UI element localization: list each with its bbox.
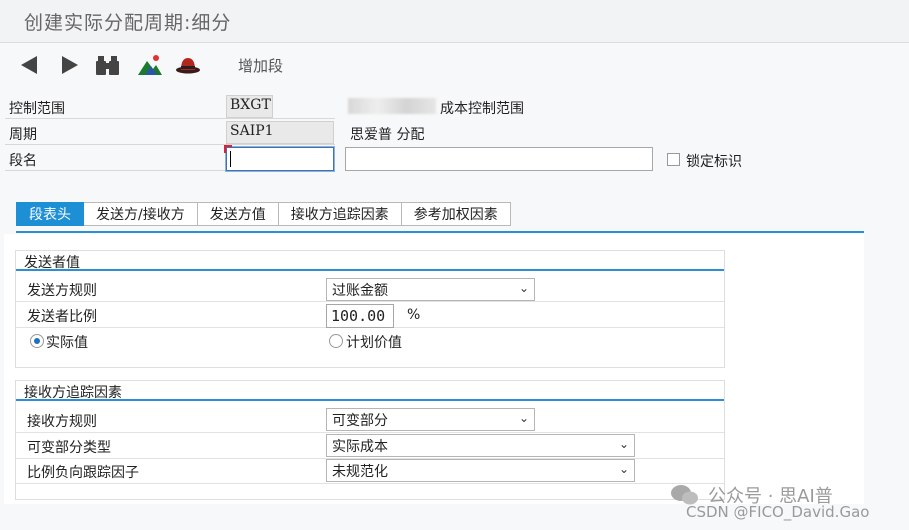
forward-icon[interactable] [56, 51, 82, 79]
actual-value-label: 实际值 [46, 335, 88, 351]
plan-value-radio[interactable] [329, 334, 343, 348]
tab-content-panel: 发送者值 发送方规则 过账金额 ⌄ 发送者比例 100.00 % 实际值 计划价… [4, 234, 864, 504]
sender-share-input[interactable]: 100.00 [326, 304, 394, 328]
cycle-value: SAIP1 [226, 121, 334, 144]
sender-rule-dropdown[interactable]: 过账金额 ⌄ [326, 278, 535, 301]
sender-share-label: 发送者比例 [27, 309, 97, 325]
cycle-description: 思爱普 分配 [350, 127, 425, 143]
percent-unit: % [407, 307, 421, 323]
sender-rule-value: 过账金额 [332, 283, 388, 299]
tab-segment-header[interactable]: 段表头 [16, 202, 84, 226]
tab-strip: 段表头 发送方/接收方 发送方值 接收方追踪因素 参考加权因素 [16, 202, 511, 226]
lock-checkbox[interactable] [667, 153, 680, 166]
chevron-down-icon: ⌄ [618, 437, 629, 451]
controlling-area-description: 成本控制范围 [440, 101, 524, 117]
hat-icon[interactable] [174, 51, 202, 79]
sender-rule-label: 发送方规则 [27, 283, 97, 299]
variable-type-label: 可变部分类型 [27, 440, 111, 456]
sender-values-title: 发送者值 [24, 255, 80, 271]
controlling-area-value: BXGT [226, 95, 273, 118]
toolbar: 增加段 [0, 43, 909, 87]
negative-tracking-label: 比例负向跟踪因子 [27, 465, 139, 481]
plan-value-label: 计划价值 [346, 335, 402, 351]
cycle-label: 周期 [9, 127, 37, 143]
image-mountain-icon[interactable] [136, 51, 164, 79]
controlling-area-label: 控制范围 [9, 101, 65, 117]
actual-value-radio[interactable] [30, 334, 44, 348]
segment-name-input[interactable] [224, 145, 334, 171]
chevron-down-icon: ⌄ [518, 411, 529, 425]
tab-reference-weighting[interactable]: 参考加权因素 [401, 202, 511, 226]
add-segment-button[interactable]: 增加段 [238, 55, 283, 76]
binoculars-icon[interactable] [94, 51, 122, 79]
chevron-down-icon: ⌄ [518, 281, 529, 295]
receiver-rule-dropdown[interactable]: 可变部分 ⌄ [326, 408, 535, 431]
sender-values-header: 发送者值 [16, 251, 724, 271]
receiver-tracing-header: 接收方追踪因素 [16, 381, 724, 401]
window-title: 创建实际分配周期:细分 [24, 12, 232, 34]
title-bar: 创建实际分配周期:细分 [0, 0, 909, 43]
tab-sender-values[interactable]: 发送方值 [197, 202, 279, 226]
blurred-area-name [348, 98, 436, 114]
receiver-tracing-group: 接收方追踪因素 接收方规则 可变部分 ⌄ 可变部分类型 实际成本 ⌄ 比例负向跟… [15, 380, 725, 500]
sender-values-group: 发送者值 发送方规则 过账金额 ⌄ 发送者比例 100.00 % 实际值 计划价… [15, 250, 725, 368]
tab-sender-receiver[interactable]: 发送方/接收方 [84, 202, 198, 226]
receiver-tracing-title: 接收方追踪因素 [24, 385, 122, 401]
variable-type-value: 实际成本 [332, 439, 388, 455]
segment-text-input[interactable] [345, 147, 653, 171]
back-icon[interactable] [16, 51, 42, 79]
receiver-rule-label: 接收方规则 [27, 414, 97, 430]
text-cursor [230, 151, 231, 167]
segment-name-label: 段名 [9, 153, 37, 169]
receiver-rule-value: 可变部分 [332, 413, 388, 429]
tab-receiver-tracing[interactable]: 接收方追踪因素 [278, 202, 402, 226]
tab-underline [16, 231, 864, 233]
chevron-down-icon: ⌄ [618, 462, 629, 476]
watermark-line2: CSDN @FICO_David.Gao [686, 503, 870, 521]
variable-type-dropdown[interactable]: 实际成本 ⌄ [326, 434, 635, 457]
lock-indicator-label: 锁定标识 [686, 154, 742, 170]
negative-tracking-dropdown[interactable]: 未规范化 ⌄ [326, 459, 635, 482]
negative-tracking-value: 未规范化 [332, 464, 388, 480]
controlling-area-row: 控制范围 [5, 94, 335, 119]
